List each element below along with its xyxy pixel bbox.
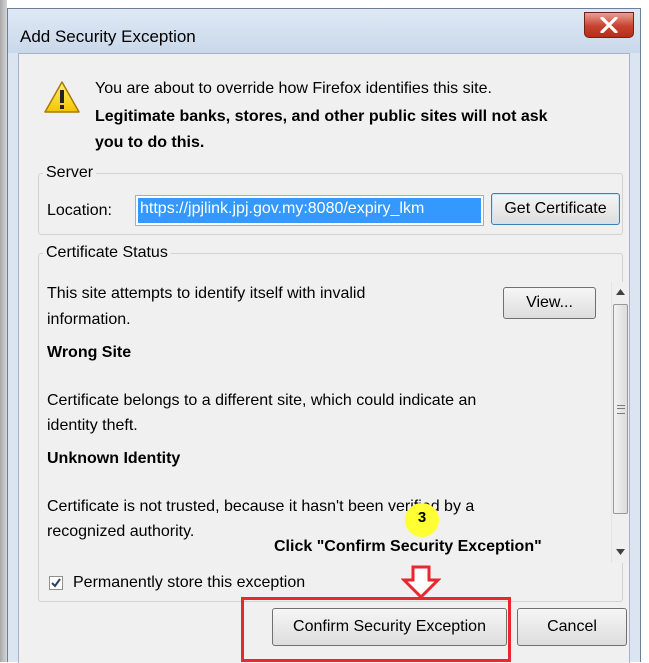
wrong-site-text-cont: identity theft. bbox=[47, 417, 138, 434]
location-value: https://jpjlink.jpj.gov.my:8080/expiry_l… bbox=[138, 198, 481, 223]
warning-bold-text: Legitimate banks, stores, and other publ… bbox=[95, 108, 548, 125]
dialog-body: You are about to override how Firefox id… bbox=[18, 53, 630, 663]
status-intro-text: This site attempts to identify itself wi… bbox=[47, 285, 366, 302]
wrong-site-heading: Wrong Site bbox=[47, 344, 132, 361]
server-group: Server Location: https://jpjlink.jpj.gov… bbox=[38, 163, 623, 235]
title-bar: Add Security Exception bbox=[8, 9, 640, 53]
warning-text: You are about to override how Firefox id… bbox=[95, 80, 492, 97]
certificate-status-legend: Certificate Status bbox=[43, 243, 171, 263]
warning-bold-text-cont: you to do this. bbox=[95, 134, 205, 151]
unknown-identity-text-cont: recognized authority. bbox=[47, 523, 195, 540]
step-number-badge: 3 bbox=[405, 503, 439, 537]
scroll-down-arrow-icon[interactable] bbox=[616, 549, 625, 555]
permanently-store-checkbox[interactable] bbox=[49, 576, 63, 590]
unknown-identity-heading: Unknown Identity bbox=[47, 450, 181, 467]
close-icon bbox=[600, 17, 618, 33]
warning-icon bbox=[44, 81, 80, 113]
background-window-edge bbox=[0, 0, 7, 662]
status-intro-text-cont: information. bbox=[47, 311, 131, 328]
server-legend: Server bbox=[43, 163, 97, 183]
scrollbar-thumb[interactable] bbox=[613, 304, 628, 514]
get-certificate-button[interactable]: Get Certificate bbox=[491, 193, 620, 225]
checkmark-icon bbox=[51, 578, 61, 588]
location-input[interactable]: https://jpjlink.jpj.gov.my:8080/expiry_l… bbox=[135, 195, 484, 226]
dialog-title: Add Security Exception bbox=[20, 27, 196, 46]
certificate-status-details[interactable]: This site attempts to identify itself wi… bbox=[41, 281, 631, 563]
down-arrow-icon bbox=[401, 565, 441, 599]
view-certificate-button[interactable]: View... bbox=[503, 287, 596, 319]
permanently-store-label: Permanently store this exception bbox=[73, 574, 306, 591]
wrong-site-text: Certificate belongs to a different site,… bbox=[47, 392, 477, 409]
cancel-button[interactable]: Cancel bbox=[517, 608, 627, 646]
scrollbar-grip bbox=[617, 405, 625, 414]
add-security-exception-dialog: Add Security Exception You are about to … bbox=[7, 8, 641, 663]
confirm-button-highlight bbox=[241, 597, 511, 662]
details-scrollbar[interactable] bbox=[611, 282, 629, 563]
close-button[interactable] bbox=[584, 12, 634, 38]
scroll-up-arrow-icon[interactable] bbox=[616, 289, 625, 295]
location-label: Location: bbox=[47, 202, 112, 219]
annotation-instruction: Click "Confirm Security Exception" bbox=[274, 538, 542, 555]
